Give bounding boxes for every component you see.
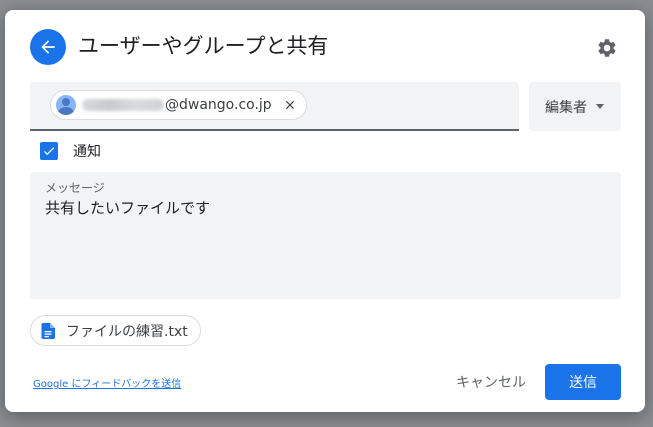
role-dropdown[interactable]: 編集者 <box>529 82 621 131</box>
settings-button[interactable] <box>595 36 619 60</box>
attached-file-chip[interactable]: ファイルの練習.txt <box>30 315 201 346</box>
role-selected-label: 編集者 <box>545 99 587 116</box>
caret-down-icon <box>596 104 604 109</box>
document-icon <box>41 322 55 339</box>
gear-icon <box>598 39 616 57</box>
remove-recipient-button[interactable] <box>282 97 298 113</box>
dialog-title: ユーザーやグループと共有 <box>78 34 329 58</box>
arrow-back-icon <box>41 40 55 54</box>
attached-file-name: ファイルの練習.txt <box>66 323 188 340</box>
notify-row: 通知 <box>40 141 101 161</box>
cancel-button[interactable]: キャンセル <box>445 364 537 400</box>
redacted-email-local-part <box>82 99 164 111</box>
feedback-link[interactable]: Google にフィードバックを送信 <box>33 375 181 390</box>
close-icon <box>285 100 294 110</box>
checkmark-icon <box>43 147 55 156</box>
message-textarea[interactable]: メッセージ 共有したいファイルです <box>30 172 621 299</box>
message-label: メッセージ <box>45 181 105 195</box>
recipient-email-domain: @dwango.co.jp <box>165 97 272 113</box>
share-dialog: ユーザーやグループと共有 @dwango.co.jp 編集者 通知 メッセージ … <box>5 10 645 412</box>
recipient-chip[interactable]: @dwango.co.jp <box>50 90 307 120</box>
back-button[interactable] <box>30 29 66 65</box>
send-button[interactable]: 送信 <box>545 364 621 400</box>
notify-label: 通知 <box>73 144 101 160</box>
person-avatar-icon <box>56 95 76 115</box>
notify-checkbox[interactable] <box>40 142 58 160</box>
recipient-input[interactable]: @dwango.co.jp <box>30 82 519 131</box>
message-value: 共有したいファイルです <box>45 199 211 217</box>
